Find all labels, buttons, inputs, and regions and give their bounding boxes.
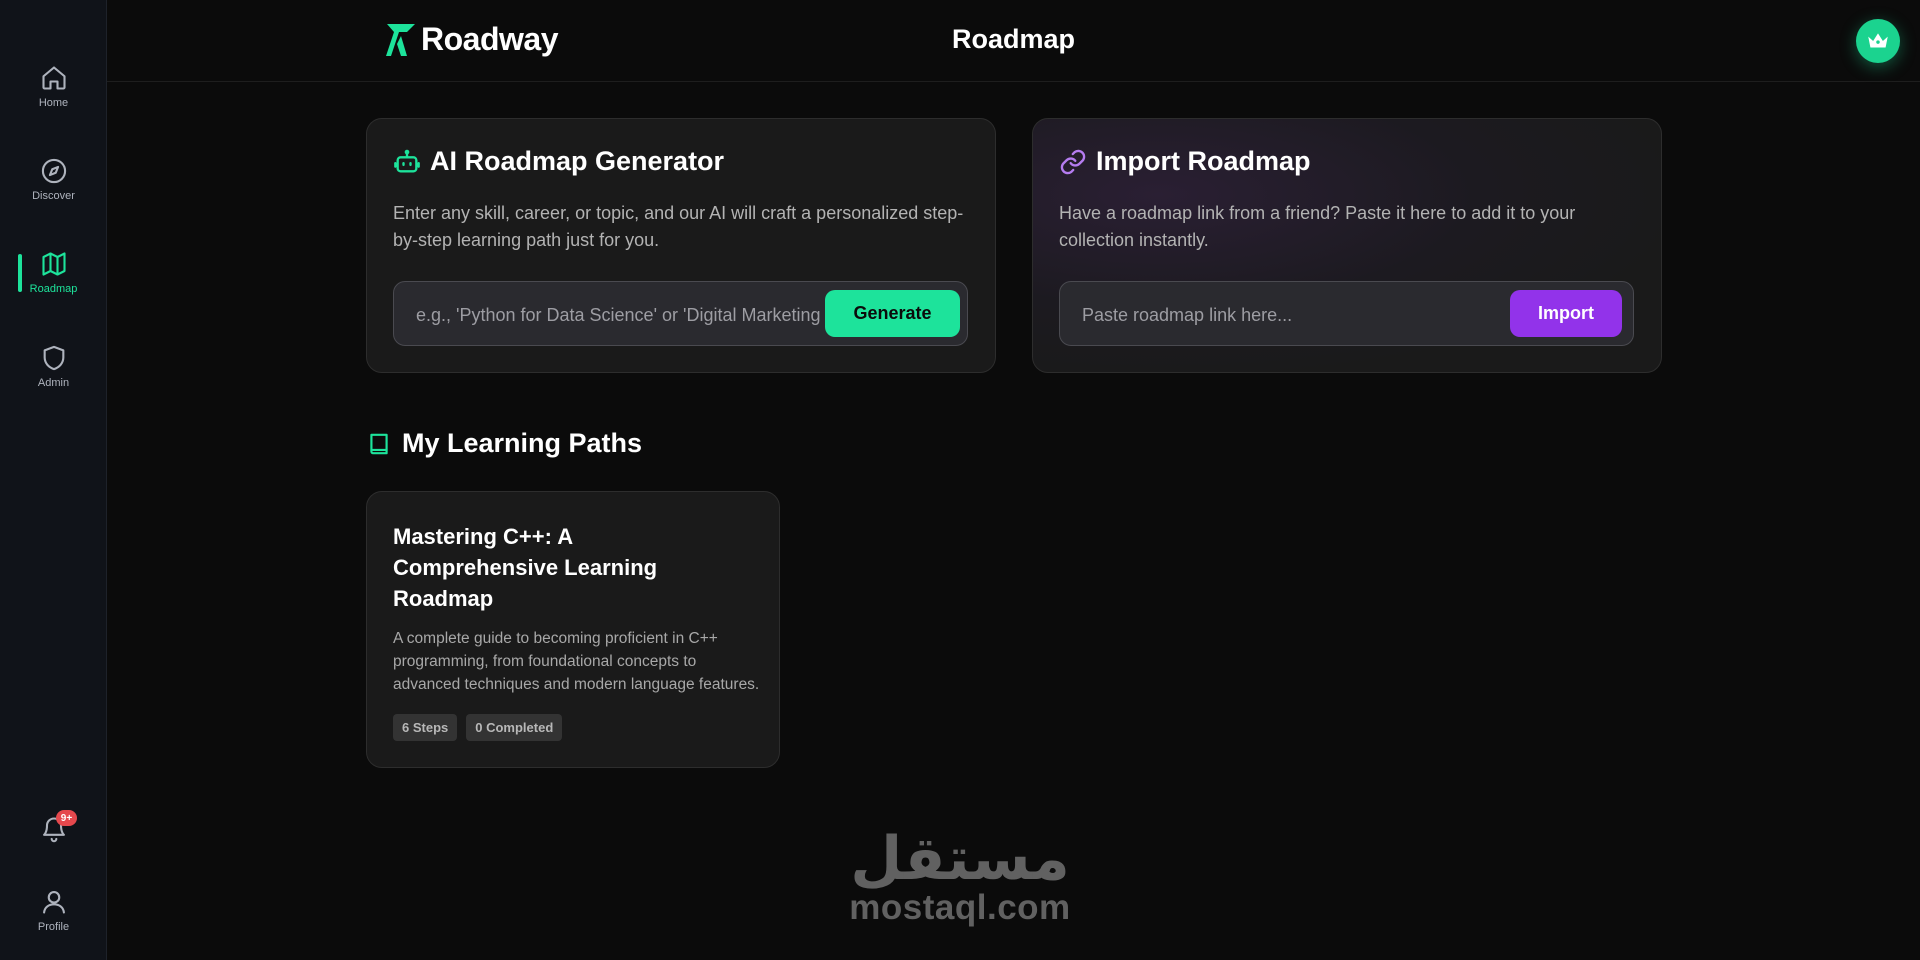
roadmap-link-input[interactable] <box>1082 302 1487 328</box>
sidebar-item-label: Profile <box>37 920 70 933</box>
generator-input-row: Generate <box>393 281 968 346</box>
watermark: مستقل mostaql.com <box>835 828 1085 926</box>
premium-button[interactable] <box>1856 19 1900 63</box>
map-icon <box>41 251 66 276</box>
ai-generator-card: AI Roadmap Generator Enter any skill, ca… <box>366 118 996 373</box>
topic-input[interactable] <box>416 302 821 328</box>
shield-icon <box>43 345 64 370</box>
sidebar-item-profile[interactable]: Profile <box>0 872 107 948</box>
brand-logo[interactable]: Roadway <box>385 20 558 58</box>
learning-path-card[interactable]: Mastering C++: A Comprehensive Learning … <box>366 491 780 768</box>
learning-paths-title: My Learning Paths <box>402 428 643 458</box>
road-logo-icon <box>386 24 415 56</box>
generator-description: Enter any skill, career, or topic, and o… <box>393 203 964 250</box>
sidebar: Home Discover Roadmap Admin 9+ Profile <box>0 0 107 960</box>
notifications-button[interactable]: 9+ <box>0 790 107 868</box>
page-title: Roadmap <box>952 24 1076 54</box>
book-icon <box>370 433 388 454</box>
compass-icon <box>41 158 66 183</box>
import-button[interactable]: Import <box>1510 290 1622 337</box>
generator-title: AI Roadmap Generator <box>393 146 724 177</box>
robot-icon <box>394 149 420 172</box>
path-tags: 6 Steps 0 Completed <box>393 714 563 741</box>
watermark-arabic: مستقل <box>850 824 1070 894</box>
sidebar-item-label: Roadmap <box>29 282 78 295</box>
sidebar-item-label: Admin <box>37 376 70 389</box>
sidebar-item-admin[interactable]: Admin <box>0 328 107 404</box>
brand-name: Roadway <box>421 20 558 57</box>
steps-badge: 6 Steps <box>393 714 458 741</box>
import-title-text: Import Roadmap <box>1096 146 1311 176</box>
sidebar-item-discover[interactable]: Discover <box>0 141 107 217</box>
crown-icon <box>1868 33 1888 48</box>
sidebar-item-home[interactable]: Home <box>0 48 107 124</box>
learning-paths-heading: My Learning Paths <box>366 428 642 459</box>
import-description: Have a roadmap link from a friend? Paste… <box>1059 203 1576 250</box>
path-description: A complete guide to becoming proficient … <box>393 630 760 693</box>
completed-badge: 0 Completed <box>466 714 563 741</box>
sidebar-item-roadmap[interactable]: Roadmap <box>0 234 107 310</box>
import-title: Import Roadmap <box>1059 146 1311 177</box>
link-icon <box>1060 149 1086 174</box>
notification-badge: 9+ <box>56 810 77 826</box>
generator-title-text: AI Roadmap Generator <box>430 146 725 176</box>
top-header: Roadway Roadmap <box>107 0 1920 82</box>
import-roadmap-card: Import Roadmap Have a roadmap link from … <box>1032 118 1662 373</box>
generate-button[interactable]: Generate <box>825 290 960 337</box>
user-icon <box>42 890 65 914</box>
path-title: Mastering C++: A Comprehensive Learning … <box>393 524 658 611</box>
sidebar-item-label: Home <box>38 96 69 109</box>
import-input-row: Import <box>1059 281 1634 346</box>
sidebar-item-label: Discover <box>32 189 75 202</box>
watermark-latin: mostaql.com <box>849 888 1071 927</box>
home-icon <box>41 65 66 90</box>
